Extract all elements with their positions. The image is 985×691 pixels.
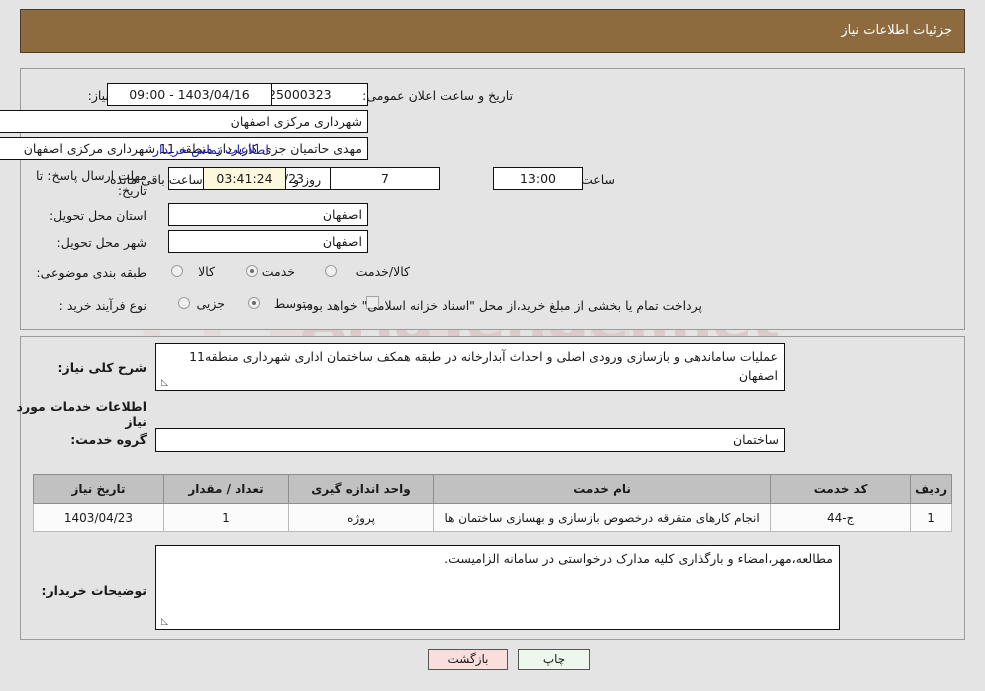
city-label: شهر محل تحویل: bbox=[56, 235, 147, 250]
col-row-no: ردیف bbox=[910, 474, 952, 504]
col-service-name: نام خدمت bbox=[432, 474, 772, 504]
col-service-code: کد خدمت bbox=[770, 474, 912, 504]
countdown-timer: 03:41:24 bbox=[203, 167, 286, 190]
cell-quantity: 1 bbox=[163, 503, 289, 532]
page-root: AriaTender.net جزئیات اطلاعات نیاز شماره… bbox=[0, 0, 985, 691]
radio-process-jozi[interactable] bbox=[178, 297, 190, 309]
general-desc-text: عملیات ساماندهی و بازسازی ورودی اصلی و ا… bbox=[189, 349, 778, 383]
payment-note: پرداخت تمام یا بخشی از مبلغ خرید،از محل … bbox=[303, 298, 702, 313]
process-type-label: نوع فرآیند خرید : bbox=[58, 298, 147, 313]
cell-row-no: 1 bbox=[910, 503, 952, 532]
buyer-notes-label: توضیحات خریدار: bbox=[41, 583, 147, 598]
need-info-panel bbox=[20, 68, 965, 330]
radio-process-jozi-label: جزیی bbox=[196, 296, 225, 311]
back-button[interactable]: بازگشت bbox=[428, 649, 508, 670]
services-table: ردیف کد خدمت نام خدمت واحد اندازه گیری ت… bbox=[33, 474, 952, 532]
radio-category-kala-label: کالا bbox=[198, 264, 215, 279]
print-button[interactable]: چاپ bbox=[518, 649, 590, 670]
services-section-title: اطلاعات خدمات مورد نیاز bbox=[16, 399, 147, 429]
deadline-time-value: 13:00 bbox=[493, 167, 583, 190]
radio-category-khedmat-label: خدمت bbox=[261, 264, 295, 279]
radio-process-motavaset[interactable] bbox=[248, 297, 260, 309]
resize-grip-icon-notes[interactable]: ◺ bbox=[158, 618, 168, 628]
radio-category-khedmat[interactable] bbox=[246, 265, 258, 277]
days-value: 7 bbox=[330, 167, 440, 190]
col-need-date: تاریخ نیاز bbox=[33, 474, 164, 504]
province-value: اصفهان bbox=[168, 203, 368, 226]
resize-grip-icon[interactable]: ◺ bbox=[158, 379, 168, 389]
public-announce-label: تاریخ و ساعت اعلان عمومی: bbox=[362, 88, 513, 103]
city-value: اصفهان bbox=[168, 230, 368, 253]
radio-category-kala[interactable] bbox=[171, 265, 183, 277]
col-unit: واحد اندازه گیری bbox=[288, 474, 434, 504]
cell-service-code: ج-44 bbox=[770, 503, 912, 532]
cell-service-name: انجام کارهای متفرقه درخصوص بازسازی و بهس… bbox=[432, 503, 772, 532]
public-announce-value: 1403/04/16 - 09:00 bbox=[107, 83, 272, 106]
buyer-org-value: شهرداری مرکزی اصفهان bbox=[0, 110, 368, 133]
buyer-notes-text: مطالعه،مهر،امضاء و بارگذاری کلیه مدارک د… bbox=[444, 551, 833, 566]
page-header-bar: جزئیات اطلاعات نیاز bbox=[20, 9, 965, 53]
days-label: روز و bbox=[293, 172, 322, 187]
general-desc-value[interactable]: عملیات ساماندهی و بازسازی ورودی اصلی و ا… bbox=[155, 343, 785, 391]
cell-unit: پروژه bbox=[288, 503, 434, 532]
page-title: جزئیات اطلاعات نیاز bbox=[841, 23, 952, 38]
radio-category-kala-khedmat[interactable] bbox=[325, 265, 337, 277]
category-label: طبقه بندی موضوعی: bbox=[36, 265, 147, 280]
remaining-label: ساعت باقی مانده bbox=[110, 172, 203, 187]
service-group-label: گروه خدمت: bbox=[70, 432, 147, 447]
cell-need-date: 1403/04/23 bbox=[33, 503, 164, 532]
buyer-contact-link[interactable]: اطلاعات تماس خریدار bbox=[153, 142, 269, 157]
col-quantity: تعداد / مقدار bbox=[163, 474, 289, 504]
table-header-row: ردیف کد خدمت نام خدمت واحد اندازه گیری ت… bbox=[33, 474, 952, 504]
table-row: 1 ج-44 انجام کارهای متفرقه درخصوص بازساز… bbox=[33, 503, 952, 532]
province-label: استان محل تحویل: bbox=[48, 208, 147, 223]
radio-category-kala-khedmat-label: کالا/خدمت bbox=[355, 264, 410, 279]
buyer-notes-value[interactable]: مطالعه،مهر،امضاء و بارگذاری کلیه مدارک د… bbox=[155, 545, 840, 630]
service-group-value: ساختمان bbox=[155, 428, 785, 452]
hour-label: ساعت bbox=[580, 172, 615, 187]
general-desc-label: شرح کلی نیاز: bbox=[57, 360, 147, 375]
